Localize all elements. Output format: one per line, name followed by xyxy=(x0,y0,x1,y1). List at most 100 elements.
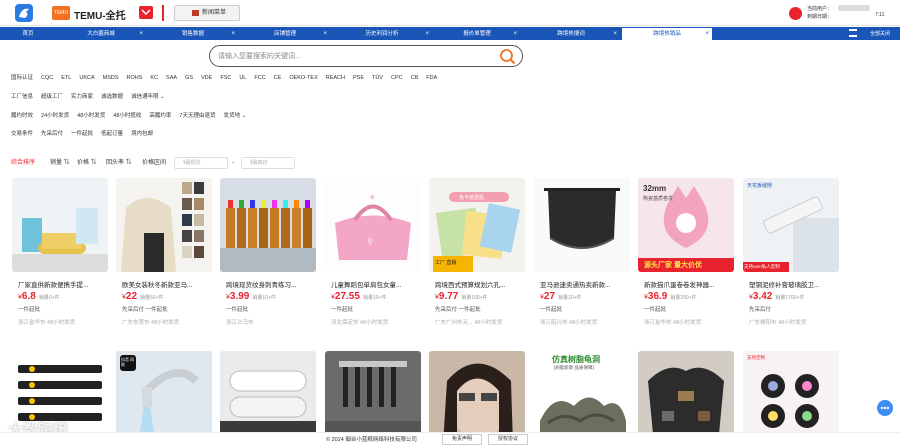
disclaimer-link[interactable]: 免责声明 xyxy=(442,434,482,445)
tab-label: 大白菌商城 xyxy=(87,31,115,37)
product-image-14[interactable]: 仿真树脂龟洞 [树脂新款 品质保障] xyxy=(534,351,630,445)
tab-home[interactable]: 首页 xyxy=(2,28,54,40)
tab-shop[interactable]: 店铺管理 × xyxy=(240,28,330,40)
tab-mall[interactable]: 大白菌商城 × xyxy=(56,28,146,40)
filter-option[interactable]: PSE xyxy=(353,73,364,83)
chat-support-icon[interactable] xyxy=(877,400,893,416)
product-image-7[interactable]: 32mm 陶瓷基质卷发 源头厂家 量大价优 xyxy=(638,178,734,272)
product-image-4[interactable]: ♀ ✧ xyxy=(325,178,421,272)
filter-option[interactable]: 48小时发货 xyxy=(77,111,105,121)
product-image-10[interactable]: 抖音 同款 xyxy=(116,351,212,445)
filter-option[interactable]: 超级工厂 xyxy=(41,92,63,102)
product-location: 广东东莞市 48小时发货 xyxy=(122,320,180,326)
filter-option[interactable]: VDE xyxy=(201,73,212,83)
sold-count: 销量10+件 xyxy=(362,295,387,301)
sold-count: 销量0+件 xyxy=(38,295,60,301)
filter-option[interactable]: 24小时发货 xyxy=(41,111,69,121)
filter-option[interactable]: 境内包邮 xyxy=(131,129,153,139)
product-title[interactable]: 新款猫爪蛋卷卷发神器... xyxy=(644,279,732,289)
filter-option[interactable]: 一件起批 xyxy=(71,129,93,139)
tab-hot-words[interactable]: 跨境热搜词 × xyxy=(522,28,620,40)
filter-option[interactable]: 48小时揽收 xyxy=(113,111,141,121)
product-image-11[interactable] xyxy=(220,351,316,445)
menu-icon[interactable] xyxy=(849,29,857,37)
filter-option[interactable]: OEKO-TEX xyxy=(289,73,317,83)
filter-option[interactable]: GS xyxy=(185,73,193,83)
close-icon[interactable]: × xyxy=(705,28,709,40)
product-title[interactable]: 厂家直供新款便携手提... xyxy=(18,279,106,289)
product-image-1[interactable] xyxy=(12,178,108,272)
price-max-input[interactable]: ¥最高价 xyxy=(241,157,295,169)
tab-bar: 首页 大白菌商城 × 销售数据 × 店铺管理 × 历史利润分析 × 报价单管理 × 跨境热… xyxy=(0,27,900,40)
filter-option[interactable]: MSDS xyxy=(103,73,119,83)
filter-option[interactable]: 发货地 ⌄ xyxy=(223,111,246,121)
temu-badge: TEMU xyxy=(52,6,70,20)
close-icon[interactable]: × xyxy=(323,28,327,40)
close-icon[interactable]: × xyxy=(139,28,143,40)
sort-sales[interactable]: 销量 ⇅ xyxy=(50,156,70,170)
tab-profit[interactable]: 历史利润分析 × xyxy=(332,28,432,40)
close-icon[interactable]: × xyxy=(425,28,429,40)
product-title[interactable]: 跨境西式预算规划六孔... xyxy=(435,279,523,289)
filter-option[interactable]: 低起订量 xyxy=(101,129,123,139)
tab-hot-products[interactable]: 跨境热销品 × xyxy=(622,28,712,40)
sold-count: 销量1700+件 xyxy=(775,295,805,301)
product-image-13[interactable] xyxy=(429,351,525,445)
sort-repurchase[interactable]: 回头率 ⇅ xyxy=(106,156,132,170)
product-image-12[interactable] xyxy=(325,351,421,445)
filter-option[interactable]: UL xyxy=(239,73,246,83)
mail-icon[interactable] xyxy=(139,6,153,19)
product-image-3[interactable] xyxy=(220,178,316,272)
image-caption: 工厂 直销 xyxy=(435,260,457,266)
filter-option[interactable]: FDA xyxy=(426,73,437,83)
close-icon[interactable]: × xyxy=(613,28,617,40)
product-title[interactable]: 欧美女装秋冬新款亚马... xyxy=(122,279,210,289)
filter-option[interactable]: CPC xyxy=(391,73,403,83)
product-image-5[interactable]: 色卡纸张贴 工厂 直销 xyxy=(429,178,525,272)
product-image-16[interactable]: 支持定制 xyxy=(743,351,839,445)
user-avatar-icon[interactable] xyxy=(789,7,802,20)
filter-option[interactable]: TÜV xyxy=(372,73,383,83)
filter-option[interactable]: FCC xyxy=(254,73,265,83)
sort-default[interactable]: 综合排序 xyxy=(11,156,35,170)
product-image-8[interactable]: 天花板缝隙 支持oem私人定制 xyxy=(743,178,839,272)
product-title[interactable]: 跨境现货纹身刺青练习... xyxy=(226,279,314,289)
filter-option[interactable]: 高履约率 xyxy=(149,111,171,121)
product-title[interactable]: 儿童舞蹈包单肩包女童... xyxy=(331,279,419,289)
filter-option[interactable]: REACH xyxy=(326,73,345,83)
filter-option[interactable]: ROHS xyxy=(127,73,143,83)
tab-quote[interactable]: 报价单管理 × xyxy=(434,28,520,40)
tab-sales[interactable]: 销售数据 × xyxy=(148,28,238,40)
filter-option[interactable]: 诚信通年限 ⌄ xyxy=(131,92,165,102)
sort-price[interactable]: 价格 ⇅ xyxy=(77,156,97,170)
filter-option[interactable]: KC xyxy=(150,73,158,83)
filter-option[interactable]: 7天无理由退货 xyxy=(179,111,215,121)
product-image-15[interactable] xyxy=(638,351,734,445)
filter-option[interactable]: CE xyxy=(274,73,282,83)
filter-option[interactable]: CB xyxy=(411,73,419,83)
product-title[interactable]: 塑钢泥修补膏玻璃胶卫... xyxy=(749,279,837,289)
price-min-input[interactable]: ¥最低价 xyxy=(174,157,228,169)
filter-option[interactable]: SAA xyxy=(166,73,177,83)
product-title[interactable]: 亚马逊速卖通热卖新款... xyxy=(540,279,628,289)
app-name[interactable]: TEMU-全托 xyxy=(74,7,126,22)
blurred-username xyxy=(838,5,870,11)
search-icon[interactable] xyxy=(499,48,516,65)
news-menu-button[interactable]: 新闻菜单 xyxy=(174,5,240,21)
product-image-6[interactable] xyxy=(534,178,630,272)
filter-option[interactable]: CQC xyxy=(41,73,53,83)
filter-option[interactable]: 诚选数据 xyxy=(101,92,123,102)
close-all-tabs[interactable]: 全部关闭 xyxy=(870,28,890,40)
filter-option[interactable]: ETL xyxy=(61,73,71,83)
filter-option[interactable]: 实力商家 xyxy=(71,92,93,102)
search-input[interactable] xyxy=(218,50,488,62)
product-image-2[interactable] xyxy=(116,178,212,272)
filter-option[interactable]: 先采后付 xyxy=(41,129,63,139)
sold-count: 销量10+件 xyxy=(558,295,582,301)
filter-option[interactable]: UKCA xyxy=(79,73,94,83)
close-icon[interactable]: × xyxy=(513,28,517,40)
agreement-link[interactable]: 授权协议 xyxy=(488,434,528,445)
filter-option[interactable]: FSC xyxy=(220,73,231,83)
product-price: ¥6.8 销量0+件 xyxy=(18,291,60,302)
close-icon[interactable]: × xyxy=(231,28,235,40)
